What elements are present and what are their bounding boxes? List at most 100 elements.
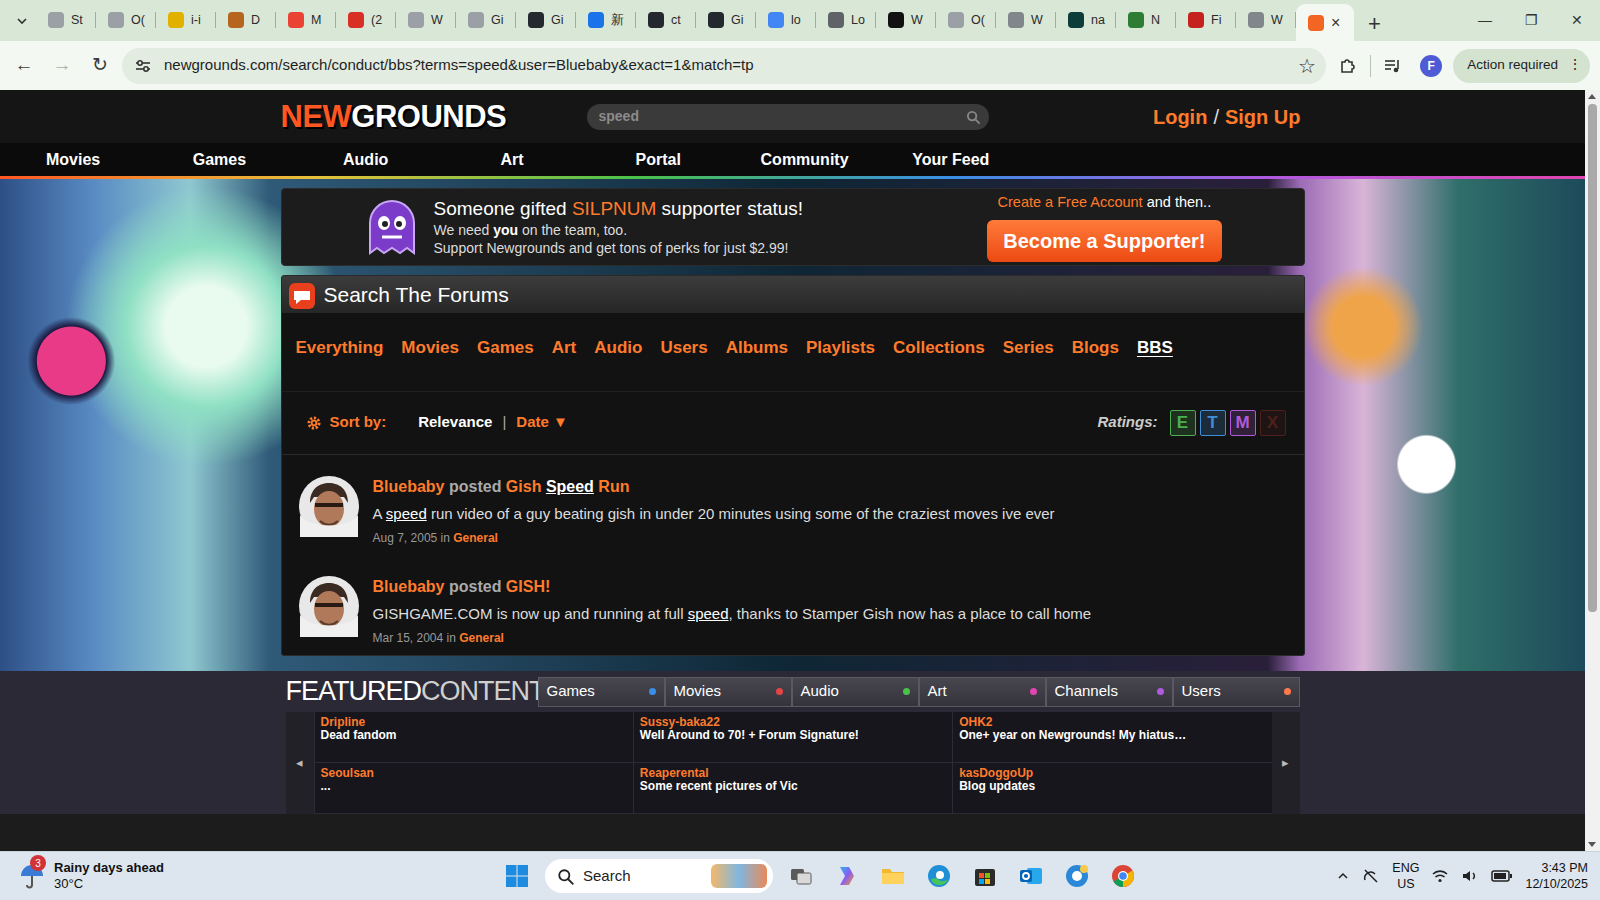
extensions-puzzle-icon[interactable]	[1332, 50, 1364, 82]
nav-button[interactable]: →	[46, 50, 78, 82]
search-type-tab[interactable]: Art	[552, 335, 577, 361]
browser-tab[interactable]: Lo	[816, 4, 876, 36]
rating-toggle[interactable]: X	[1260, 410, 1286, 436]
browser-tab[interactable]: N	[1116, 4, 1176, 36]
browser-tab[interactable]: St	[36, 4, 96, 36]
become-supporter-button[interactable]: Become a Supporter!	[987, 220, 1221, 262]
rating-toggle[interactable]: E	[1170, 410, 1196, 436]
nav-button[interactable]: ←	[8, 50, 40, 82]
window-control-button[interactable]: —	[1462, 0, 1508, 41]
browser-tab[interactable]: ×	[1296, 4, 1354, 41]
featured-tab[interactable]: Users	[1173, 677, 1300, 707]
sort-option[interactable]: Relevance	[418, 411, 492, 434]
nav-item[interactable]: Community	[731, 143, 877, 176]
browser-tab[interactable]: na	[1056, 4, 1116, 36]
user-avatar[interactable]	[298, 575, 360, 637]
clock[interactable]: 3:43 PM12/10/2025	[1525, 860, 1588, 893]
scroll-down-icon[interactable]	[1588, 842, 1596, 847]
carousel-prev-button[interactable]: ◂	[286, 712, 314, 814]
chrome-icon[interactable]	[1105, 858, 1141, 894]
tab-close-button[interactable]: ×	[1331, 15, 1340, 31]
headline-part[interactable]: SILPNUM	[572, 198, 656, 219]
browser-tab[interactable]: W	[996, 4, 1056, 36]
create-account-link[interactable]: Create a Free Account	[998, 194, 1143, 210]
profile-button[interactable]: F	[1415, 50, 1447, 82]
start-windows-icon[interactable]	[499, 858, 535, 894]
weather-icon[interactable]: 3	[18, 862, 46, 890]
edge-icon[interactable]	[921, 858, 957, 894]
address-field[interactable]: newgrounds.com/search/conduct/bbs?terms=…	[122, 48, 1326, 84]
scroll-up-icon[interactable]	[1588, 94, 1596, 99]
forum-link[interactable]: General	[453, 531, 498, 545]
get-help-icon[interactable]	[1059, 858, 1095, 894]
rating-toggle[interactable]: M	[1230, 410, 1256, 436]
featured-tab[interactable]: Channels	[1046, 677, 1173, 707]
browser-tab[interactable]: Fi	[1176, 4, 1236, 36]
featured-tab[interactable]: Audio	[792, 677, 919, 707]
nav-item[interactable]: Portal	[585, 143, 731, 176]
file-explorer-icon[interactable]	[875, 858, 911, 894]
bookmark-star-icon[interactable]: ☆	[1298, 51, 1316, 81]
carousel-next-button[interactable]: ▸	[1272, 712, 1300, 814]
window-control-button[interactable]: ✕	[1554, 0, 1600, 41]
browser-tab[interactable]: i-i	[156, 4, 216, 36]
search-type-tab[interactable]: Series	[1003, 335, 1054, 361]
browser-tab[interactable]: W	[396, 4, 456, 36]
media-control-icon[interactable]	[1377, 50, 1409, 82]
search-type-tab[interactable]: Collections	[893, 335, 985, 361]
thread-link[interactable]: Gish Speed Run	[506, 478, 630, 495]
browser-tab[interactable]: Gi	[516, 4, 576, 36]
battery-icon[interactable]	[1491, 867, 1513, 886]
author-link[interactable]: Bluebaby	[373, 478, 445, 495]
browser-tab[interactable]: ct	[636, 4, 696, 36]
featured-item[interactable]: OHK2One+ year on Newgrounds! My hiatus…	[952, 712, 1271, 763]
browser-tab[interactable]: D	[216, 4, 276, 36]
language-indicator[interactable]: ENGUS	[1392, 860, 1419, 893]
browser-tab[interactable]: Gi	[456, 4, 516, 36]
newgrounds-logo[interactable]: NEWGROUNDS	[281, 101, 587, 132]
action-required-button[interactable]: Action required⋮	[1453, 49, 1590, 83]
task-view-icon[interactable]	[783, 858, 819, 894]
search-type-tab[interactable]: Movies	[401, 335, 459, 361]
browser-tab[interactable]: lo	[756, 4, 816, 36]
browser-tab[interactable]: Gi	[696, 4, 756, 36]
nav-button[interactable]: ↻	[84, 50, 116, 82]
taskbar-search[interactable]: Search	[545, 859, 773, 893]
search-type-tab[interactable]: Audio	[594, 335, 642, 361]
nav-item[interactable]: Audio	[293, 143, 439, 176]
thread-link[interactable]: GISH!	[506, 578, 550, 595]
scroll-thumb[interactable]	[1588, 104, 1597, 612]
search-type-tab[interactable]: Albums	[726, 335, 788, 361]
browser-tab[interactable]: W	[1236, 4, 1296, 36]
forum-link[interactable]: General	[459, 631, 504, 645]
search-type-tab[interactable]: Games	[477, 335, 534, 361]
browser-tab[interactable]: 新	[576, 4, 636, 36]
featured-item[interactable]: Seoulsan...	[314, 763, 633, 814]
sort-option[interactable]: Date ▼	[516, 411, 568, 434]
browser-tab[interactable]: W	[876, 4, 936, 36]
search-type-tab[interactable]: BBS	[1137, 335, 1173, 361]
site-search-input[interactable]	[599, 106, 966, 127]
rating-toggle[interactable]: T	[1200, 410, 1226, 436]
window-control-button[interactable]: ❐	[1508, 0, 1554, 41]
outlook-icon[interactable]	[1013, 858, 1049, 894]
menu-button[interactable]: ⋮	[1568, 55, 1582, 75]
tab-search-icon[interactable]	[8, 4, 36, 38]
author-link[interactable]: Bluebaby	[373, 578, 445, 595]
search-type-tab[interactable]: Blogs	[1072, 335, 1119, 361]
nav-item[interactable]: Art	[439, 143, 585, 176]
signup-link[interactable]: Sign Up	[1225, 102, 1301, 132]
search-icon[interactable]	[966, 105, 981, 129]
site-info-icon[interactable]	[134, 54, 152, 77]
wifi-icon[interactable]	[1431, 867, 1449, 886]
new-tab-button[interactable]: +	[1354, 13, 1395, 35]
weather-widget[interactable]: 3Rainy days ahead30°C	[18, 860, 499, 893]
copilot-icon[interactable]	[829, 858, 865, 894]
featured-item[interactable]: kasDoggoUpBlog updates	[952, 763, 1271, 814]
url-text[interactable]: newgrounds.com/search/conduct/bbs?terms=…	[164, 54, 1286, 77]
search-type-tab[interactable]: Playlists	[806, 335, 875, 361]
browser-tab[interactable]: O(	[936, 4, 996, 36]
search-type-tab[interactable]: Users	[660, 335, 707, 361]
browser-tab[interactable]: O(	[96, 4, 156, 36]
nav-item[interactable]: Games	[146, 143, 292, 176]
